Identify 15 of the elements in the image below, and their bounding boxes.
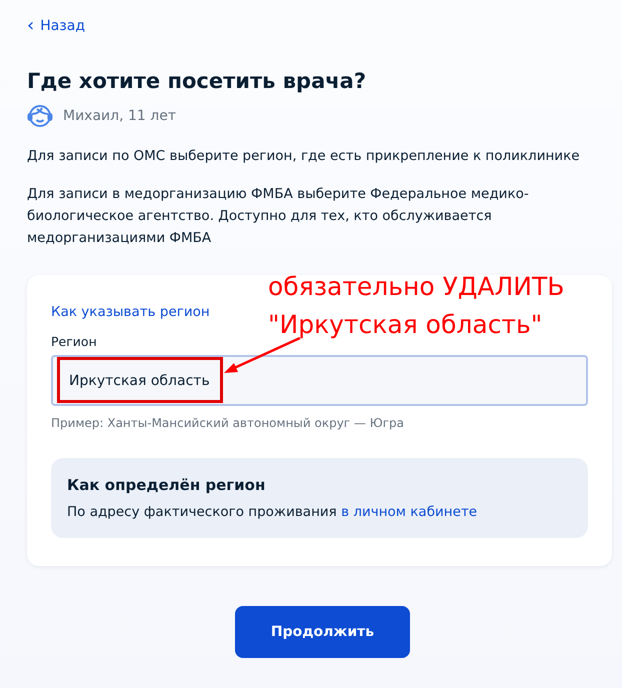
region-field[interactable]: Иркутская область xyxy=(51,355,588,406)
page-title: Где хотите посетить врача? xyxy=(27,69,368,93)
field-hint: Пример: Ханты-Мансийский автономный округ — Югра xyxy=(51,416,405,430)
info-title: Как определён регион xyxy=(67,476,266,494)
back-link[interactable]: ‹ Назад xyxy=(27,18,86,34)
annotation-text: обязательно УДАЛИТЬ "Иркутская область" xyxy=(268,271,564,341)
patient-name: Михаил, 11 лет xyxy=(63,108,176,124)
info-text: По адресу фактического проживания в личном кабинете xyxy=(67,504,478,520)
instruction-text: Для записи по ОМС выберите регион, где есть прикрепление к поликлинике xyxy=(27,147,581,166)
instruction-text: Для записи в медорганизацию ФМБА выберите Федеральное медико-биологическое агентство. Доступно для тех, кто обслуживается медорганизациями ФМБА xyxy=(27,185,530,248)
continue-button[interactable]: Продолжить xyxy=(235,606,410,658)
help-link[interactable]: Как указывать регион xyxy=(51,304,210,320)
child-avatar-icon xyxy=(27,103,53,129)
field-label: Регион xyxy=(51,334,98,349)
account-link[interactable]: в личном кабинете xyxy=(341,504,478,520)
